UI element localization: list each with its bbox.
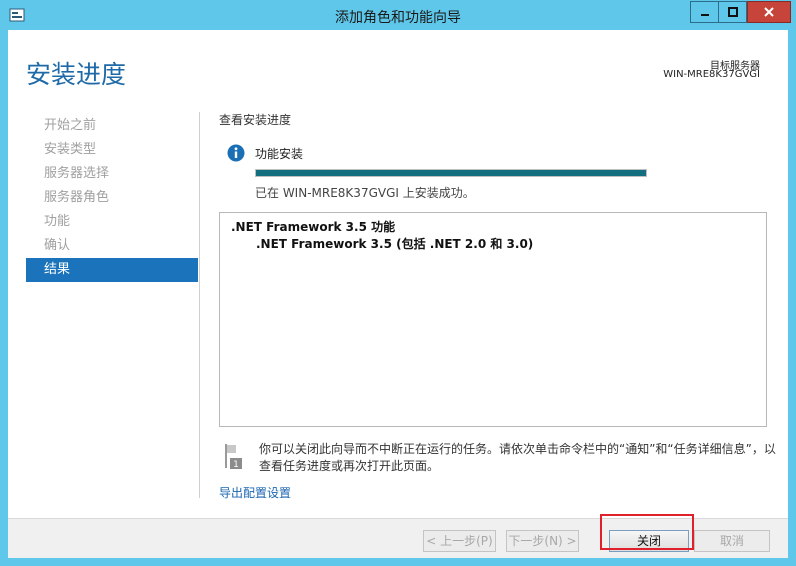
notification-flag-icon: 1 bbox=[225, 444, 242, 470]
info-icon bbox=[227, 144, 245, 162]
export-config-link[interactable]: 导出配置设置 bbox=[219, 484, 291, 501]
close-icon bbox=[764, 7, 774, 17]
installation-progress-bar bbox=[255, 169, 647, 177]
progress-fill bbox=[256, 170, 646, 176]
minimize-button[interactable] bbox=[690, 1, 719, 23]
nav-item-before-you-begin[interactable]: 开始之前 bbox=[26, 114, 198, 138]
minimize-icon bbox=[700, 14, 709, 16]
nav-item-features[interactable]: 功能 bbox=[26, 210, 198, 234]
cancel-button[interactable]: 取消 bbox=[694, 530, 770, 552]
window-title: 添加角色和功能向导 bbox=[335, 10, 461, 26]
section-title: 查看安装进度 bbox=[219, 113, 292, 127]
nav-item-server-roles[interactable]: 服务器角色 bbox=[26, 186, 198, 210]
results-list[interactable]: .NET Framework 3.5 功能 .NET Framework 3.5… bbox=[219, 212, 767, 427]
wizard-nav: 开始之前 安装类型 服务器选择 服务器角色 功能 确认 结果 bbox=[26, 114, 198, 282]
title-bar[interactable]: 添加角色和功能向导 bbox=[0, 0, 796, 30]
close-window-button[interactable] bbox=[747, 1, 791, 23]
target-server-name: WIN-MRE8K37GVGI bbox=[663, 69, 760, 80]
svg-text:1: 1 bbox=[233, 460, 239, 470]
maximize-icon bbox=[727, 7, 738, 17]
wizard-window: 添加角色和功能向导 安装进度 目标服务器 WIN-MRE8K37GVGI 开始之… bbox=[0, 0, 796, 566]
result-subitem: .NET Framework 3.5 (包括 .NET 2.0 和 3.0) bbox=[256, 237, 534, 251]
next-button[interactable]: 下一步(N) > bbox=[506, 530, 579, 552]
feature-installation-label: 功能安装 bbox=[255, 147, 304, 161]
previous-button[interactable]: < 上一步(P) bbox=[423, 530, 496, 552]
red-highlight-box bbox=[600, 514, 694, 550]
maximize-button[interactable] bbox=[719, 1, 747, 23]
page-title: 安装进度 bbox=[26, 60, 127, 89]
install-status-text: 已在 WIN-MRE8K37GVGI 上安装成功。 bbox=[255, 186, 475, 200]
nav-divider bbox=[199, 112, 200, 498]
result-item: .NET Framework 3.5 功能 bbox=[231, 220, 396, 234]
close-notice-text: 你可以关闭此向导而不中断正在运行的任务。请依次单击命令栏中的“通知”和“任务详细… bbox=[259, 442, 776, 473]
nav-item-results[interactable]: 结果 bbox=[26, 258, 198, 282]
nav-item-server-selection[interactable]: 服务器选择 bbox=[26, 162, 198, 186]
nav-item-installation-type[interactable]: 安装类型 bbox=[26, 138, 198, 162]
wizard-content: 安装进度 目标服务器 WIN-MRE8K37GVGI 开始之前 安装类型 服务器… bbox=[8, 30, 788, 558]
nav-item-confirmation[interactable]: 确认 bbox=[26, 234, 198, 258]
